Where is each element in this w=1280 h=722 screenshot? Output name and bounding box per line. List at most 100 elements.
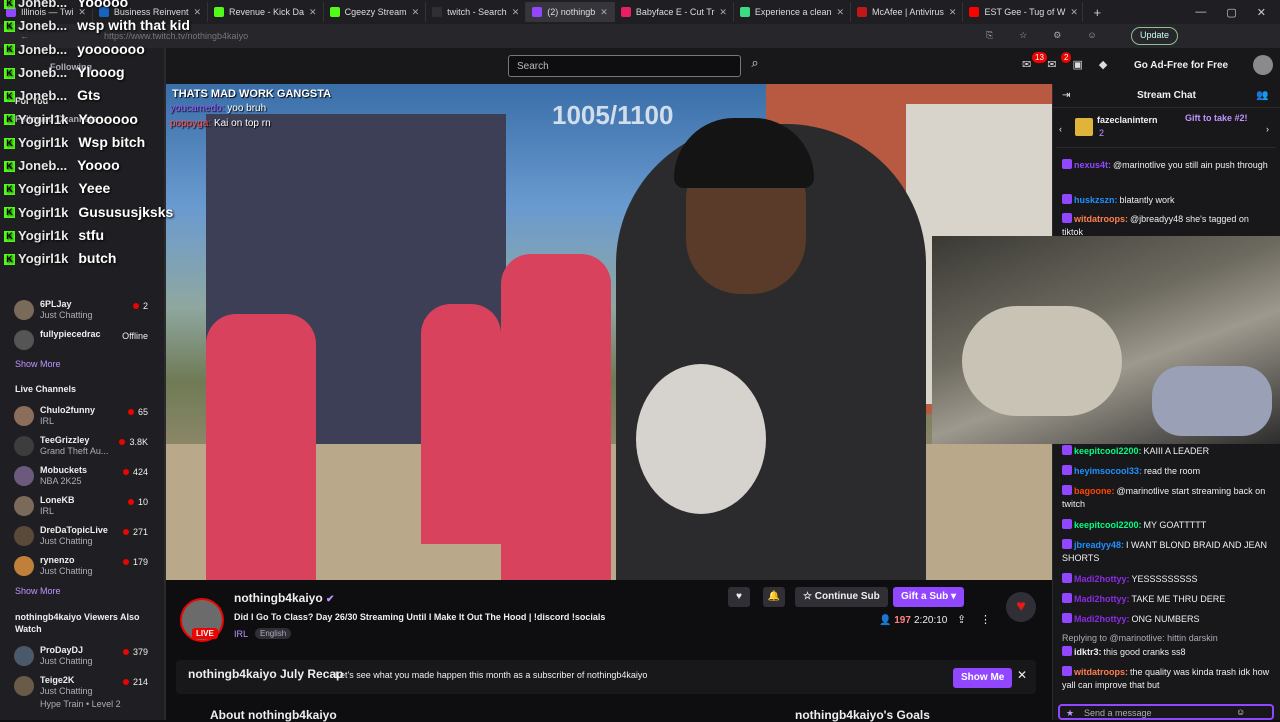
tab-close-icon[interactable]: ✕ bbox=[719, 7, 727, 18]
collapse-chat-icon[interactable]: ⇥ bbox=[1062, 90, 1070, 101]
chat-username[interactable]: heyimsocool33: bbox=[1074, 466, 1142, 476]
browser-tab[interactable]: McAfee | Antivirus ✕ bbox=[851, 2, 964, 22]
browser-tab[interactable]: EST Gee - Tug of W ✕ bbox=[963, 2, 1084, 22]
extensions-icon[interactable]: ⚙ bbox=[1053, 30, 1061, 41]
chat-username[interactable]: idktr3: bbox=[1074, 647, 1102, 657]
notification-bell-icon[interactable]: 🔔 bbox=[763, 587, 785, 607]
tab-close-icon[interactable]: ✕ bbox=[512, 7, 520, 18]
search-input[interactable]: Search bbox=[508, 55, 741, 77]
tab-close-icon[interactable]: ✕ bbox=[193, 7, 201, 18]
user-avatar[interactable] bbox=[1253, 55, 1273, 75]
tab-close-icon[interactable]: ✕ bbox=[949, 7, 957, 18]
maximize-icon[interactable]: ▢ bbox=[1226, 6, 1236, 19]
gift-top-user[interactable]: fazeclanintern bbox=[1097, 115, 1158, 125]
gift-sub-button[interactable]: Gift a Sub ▾ bbox=[893, 587, 965, 607]
stream-tag[interactable]: English bbox=[255, 628, 292, 639]
community-icon[interactable]: 👥 bbox=[1256, 90, 1268, 101]
overlay-chat-user: Joneb... bbox=[18, 41, 68, 57]
chat-username[interactable]: keepitcool2200: bbox=[1074, 520, 1142, 530]
sidebar-channel[interactable]: ProDayDJ Just Chatting 379 bbox=[14, 643, 164, 669]
show-me-button[interactable]: Show Me bbox=[953, 668, 1013, 688]
channel-name: LoneKB bbox=[40, 495, 75, 505]
browser-tab[interactable]: Cgeezy Stream ✕ bbox=[324, 2, 427, 22]
chat-message: idktr3: this good cranks ss8 bbox=[1062, 646, 1272, 659]
close-window-icon[interactable]: ✕ bbox=[1257, 6, 1266, 19]
browser-tab[interactable]: twitch - Search ✕ bbox=[426, 2, 527, 22]
browser-tab[interactable]: Experience a clean ✕ bbox=[734, 2, 852, 22]
emote-icon[interactable]: ☺ bbox=[1236, 707, 1245, 717]
chat-username[interactable]: witdatroops: bbox=[1074, 214, 1128, 224]
sidebar-channel[interactable]: Mobuckets NBA 2K25 424 bbox=[14, 463, 164, 489]
gift-icon bbox=[1075, 118, 1093, 136]
overlay-chat-user: Joneb... bbox=[18, 158, 68, 174]
sidebar-channel[interactable]: Chulo2funny IRL 65 bbox=[14, 403, 164, 429]
tab-close-icon[interactable]: ✕ bbox=[412, 7, 420, 18]
close-icon[interactable]: ✕ bbox=[1017, 668, 1027, 682]
more-options-icon[interactable]: ⋮ bbox=[980, 613, 991, 626]
video-player[interactable] bbox=[166, 84, 1052, 580]
chat-text: this good cranks ss8 bbox=[1103, 647, 1186, 657]
browser-tab[interactable]: Revenue - Kick Da ✕ bbox=[208, 2, 324, 22]
bookmark-icon[interactable]: ☆ bbox=[1019, 30, 1027, 41]
chat-text: blatantly work bbox=[1119, 195, 1175, 205]
show-more-followed[interactable]: Show More bbox=[15, 359, 61, 369]
follow-heart-icon[interactable]: ♥ bbox=[728, 587, 750, 607]
chat-username[interactable]: jbreadyy48: bbox=[1074, 540, 1124, 550]
tab-close-icon[interactable]: ✕ bbox=[836, 7, 844, 18]
gift-next-icon[interactable]: › bbox=[1266, 124, 1269, 134]
browser-tab[interactable]: Babyface E - Cut Tr ✕ bbox=[615, 2, 734, 22]
sidebar-channel[interactable]: fullypiecedrac Offline bbox=[14, 327, 164, 353]
update-button[interactable]: Update bbox=[1131, 27, 1179, 45]
sidebar-channel[interactable]: rynenzo Just Chatting 179 bbox=[14, 553, 164, 579]
new-tab-icon[interactable]: + bbox=[1083, 5, 1111, 20]
browser-tab[interactable]: (2) nothingb ✕ bbox=[526, 2, 615, 22]
chat-badge-icon bbox=[1062, 613, 1072, 623]
chat-username[interactable]: bagoone: bbox=[1074, 486, 1115, 496]
tab-favicon-icon bbox=[969, 7, 980, 17]
ad-free-button[interactable]: Go Ad-Free for Free bbox=[1134, 60, 1228, 71]
minimize-icon[interactable]: — bbox=[1195, 6, 1206, 19]
bits-icon[interactable]: ★ bbox=[1066, 708, 1074, 719]
tab-close-icon[interactable]: ✕ bbox=[600, 7, 608, 18]
whispers-icon[interactable]: ▣ bbox=[1072, 58, 1082, 71]
chat-username[interactable]: nexus4t: bbox=[1074, 160, 1111, 170]
verified-icon: ✔ bbox=[326, 594, 335, 605]
sidebar-channel[interactable]: TeeGrizzley Grand Theft Au... 3.8K bbox=[14, 433, 164, 459]
gift-prev-icon[interactable]: ‹ bbox=[1059, 124, 1062, 134]
channel-name: Teige2K bbox=[40, 675, 75, 685]
stream-category[interactable]: IRL bbox=[234, 629, 248, 639]
hype-heart-icon[interactable]: ♥ bbox=[1006, 592, 1036, 622]
tab-close-icon[interactable]: ✕ bbox=[1070, 7, 1078, 18]
profile-icon[interactable]: ☺ bbox=[1087, 30, 1096, 41]
search-icon[interactable]: ⌕ bbox=[744, 55, 766, 77]
video-person-2 bbox=[421, 304, 501, 544]
sidebar-channel[interactable]: Teige2K Just Chatting 214 bbox=[14, 673, 164, 699]
kick-icon: K bbox=[4, 230, 15, 242]
notifications-icon[interactable]: ✉ bbox=[1022, 58, 1031, 71]
share-icon[interactable]: ⎘ bbox=[986, 30, 993, 41]
chat-username[interactable]: witdatroops: bbox=[1074, 667, 1128, 677]
chat-username[interactable]: Madi2hottyy: bbox=[1074, 594, 1130, 604]
sidebar-channel[interactable]: 6PLJay Just Chatting 2 bbox=[14, 297, 164, 323]
overlay-chat-line: K Joneb... wsp with that kid bbox=[4, 17, 190, 33]
overlay-chat-line: K Joneb... Yoooo bbox=[4, 157, 120, 173]
chat-message: Madi2hottyy: TAKE ME THRU DERE bbox=[1062, 593, 1272, 606]
webcam-clothes bbox=[1152, 366, 1272, 436]
inbox-icon[interactable]: ✉ bbox=[1047, 58, 1056, 71]
chat-username[interactable]: Madi2hottyy: bbox=[1074, 614, 1130, 624]
tab-close-icon[interactable]: ✕ bbox=[309, 7, 317, 18]
continue-sub-button[interactable]: ☆ Continue Sub bbox=[795, 587, 888, 607]
chat-username[interactable]: keepitcool2200: bbox=[1074, 446, 1142, 456]
chat-username[interactable]: Madi2hottyy: bbox=[1074, 574, 1130, 584]
chat-username[interactable]: huskzszn: bbox=[1074, 195, 1118, 205]
prime-icon[interactable]: ◆ bbox=[1099, 58, 1107, 71]
share-icon[interactable]: ⇪ bbox=[957, 613, 966, 626]
sidebar-channel[interactable]: DreDaTopicLive Just Chatting 271 bbox=[14, 523, 164, 549]
kick-icon: K bbox=[4, 44, 15, 56]
tab-label: EST Gee - Tug of W bbox=[984, 7, 1066, 17]
channel-name[interactable]: nothingb4kaiyo ✔ bbox=[234, 591, 334, 605]
show-more-live[interactable]: Show More bbox=[15, 586, 61, 596]
live-dot-icon bbox=[127, 409, 134, 415]
kick-icon: K bbox=[4, 67, 15, 79]
sidebar-channel[interactable]: LoneKB IRL 10 bbox=[14, 493, 164, 519]
